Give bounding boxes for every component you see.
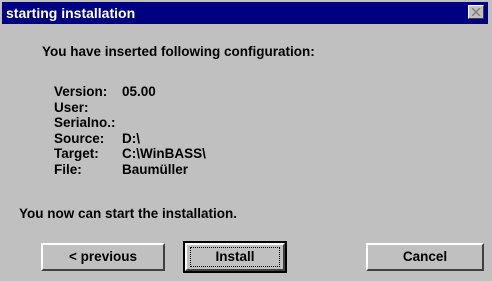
config-label: Target:: [54, 146, 99, 161]
close-button[interactable]: [468, 5, 484, 19]
previous-button[interactable]: < previous: [41, 243, 165, 271]
title-bar: starting installation: [2, 2, 488, 24]
config-value: C:\WinBASS\: [122, 146, 206, 161]
config-value: 05.00: [122, 84, 156, 99]
config-heading: You have inserted following configuratio…: [42, 44, 315, 59]
window-title: starting installation: [6, 5, 136, 21]
config-value: Baumüller: [122, 161, 189, 177]
close-icon: [472, 8, 481, 16]
cancel-button[interactable]: Cancel: [366, 243, 484, 271]
install-button[interactable]: Install: [183, 241, 287, 273]
config-label: File:: [54, 161, 82, 177]
config-label: Source:: [54, 130, 105, 146]
closing-message: You now can start the installation.: [19, 206, 238, 221]
installation-dialog: starting installation You have inserted …: [0, 0, 492, 281]
config-value: D:\: [122, 130, 140, 146]
config-label: Version:: [54, 84, 108, 99]
install-button-label: Install: [190, 247, 280, 267]
config-label: User:: [54, 99, 89, 115]
config-label: Serialno.:: [54, 115, 116, 130]
